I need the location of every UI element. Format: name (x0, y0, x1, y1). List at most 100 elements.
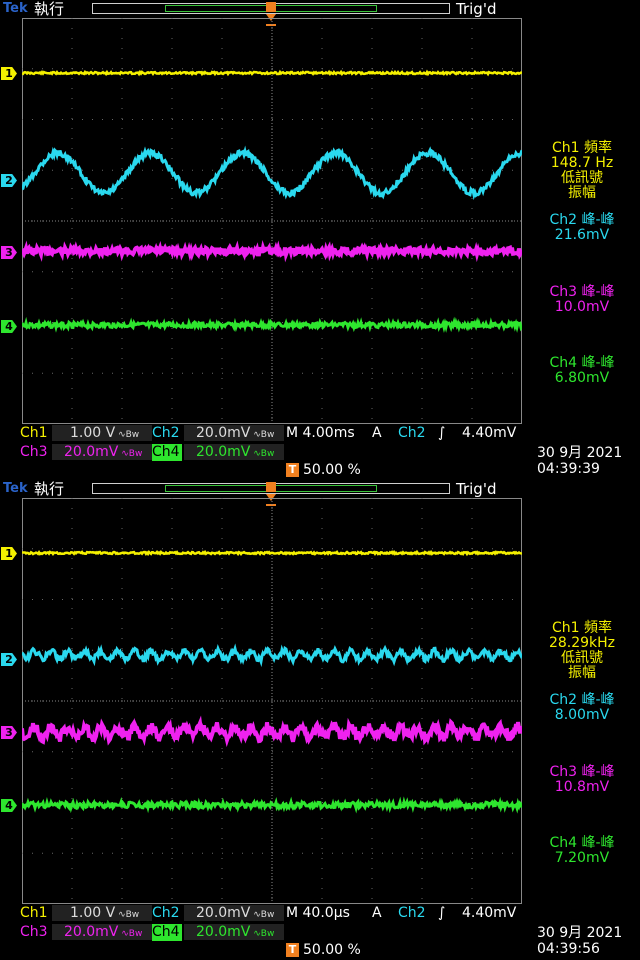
ch4-pk-pk-measurement: Ch4 峰-峰 6.80mV (526, 356, 638, 386)
ch3-marker[interactable]: 3 (1, 726, 17, 739)
ch4-scale-value: 20.0mV (196, 924, 251, 940)
meas-value: 7.20mV (554, 850, 610, 866)
ch4-trace (22, 316, 522, 333)
ch1-scale-value: 1.00 V (70, 425, 116, 441)
ch2-label: Ch2 (152, 905, 180, 921)
ch2-scale-value: 20.0mV (196, 425, 251, 441)
ch1-trace (22, 69, 522, 77)
run-state: 執行 (34, 480, 65, 498)
trigger-icon: T (286, 463, 299, 477)
ch4-marker[interactable]: 4 (1, 799, 17, 812)
meas-note: 低訊號 (561, 170, 603, 186)
ch4-label: Ch4 (152, 924, 182, 941)
ch3-label: Ch3 (20, 924, 48, 940)
trigger-position-value: 50.00 % (303, 942, 361, 958)
ch4-scale[interactable]: 20.0mV ∿Bw (184, 444, 284, 460)
ch3-scale[interactable]: 20.0mV ∿Bw (52, 444, 152, 460)
waveforms-bottom (22, 549, 522, 814)
meas-value: 10.8mV (554, 779, 610, 795)
top-status-bar: Tek 執行 Trig'd (0, 480, 640, 498)
trigger-position-readout[interactable]: T 50.00 % (286, 462, 361, 478)
ch2-pk-pk-measurement: Ch2 峰-峰 8.00mV (526, 693, 638, 723)
trigger-status: Trig'd (456, 0, 497, 18)
ch1-marker[interactable]: 1 (1, 67, 17, 80)
trigger-mode: A (372, 905, 382, 921)
trigger-source: Ch2 (398, 425, 426, 441)
meas-value: 10.0mV (554, 299, 610, 315)
ch3-scale-value: 20.0mV (64, 924, 119, 940)
trigger-position-value: 50.00 % (303, 462, 361, 478)
ch3-label: Ch3 (20, 444, 48, 460)
timebase[interactable]: M 40.0µs (286, 905, 350, 922)
meas-value: 28.29kHz (548, 635, 616, 651)
ch1-scale-value: 1.00 V (70, 905, 116, 921)
ch3-pk-pk-measurement: Ch3 峰-峰 10.8mV (526, 765, 638, 795)
ch1-label: Ch1 (20, 425, 48, 441)
meas-title: Ch3 峰-峰 (549, 764, 615, 780)
meas-value: 148.7 Hz (550, 155, 614, 171)
meas-title: Ch2 峰-峰 (549, 692, 615, 708)
meas-title: Ch4 峰-峰 (549, 835, 615, 851)
ch3-trace (22, 715, 522, 748)
scope-screen-top: Tek 執行 Trig'd T 1 2 3 4 Ch1 頻率 148.7 Hz … (0, 0, 640, 480)
ch2-trace (22, 643, 522, 668)
time: 04:39:39 (537, 461, 600, 477)
meas-value: 8.00mV (554, 707, 610, 723)
graticule-top (22, 18, 522, 424)
timebase[interactable]: M 4.00ms (286, 425, 355, 442)
date: 30 9月 2021 (537, 925, 623, 941)
trigger-icon: T (286, 943, 299, 957)
ch1-trace (22, 549, 522, 557)
ch4-scale[interactable]: 20.0mV ∿Bw (184, 924, 284, 940)
ch3-pk-pk-measurement: Ch3 峰-峰 10.0mV (526, 285, 638, 315)
ch1-frequency-measurement: Ch1 頻率 148.7 Hz 低訊號 振幅 (526, 141, 638, 201)
ch3-marker[interactable]: 3 (1, 246, 17, 259)
tek-logo: Tek (3, 1, 28, 16)
meas-title: Ch1 頻率 (551, 140, 612, 156)
ch2-marker[interactable]: 2 (1, 174, 17, 187)
ch1-marker[interactable]: 1 (1, 547, 17, 560)
run-state: 執行 (34, 0, 65, 18)
scope-screen-bottom: Tek 執行 Trig'd T 1 2 3 4 Ch1 頻率 28.29kHz … (0, 480, 640, 960)
ch2-scale[interactable]: 20.0mV ∿Bw (184, 905, 284, 921)
ch4-pk-pk-measurement: Ch4 峰-峰 7.20mV (526, 836, 638, 866)
trigger-slope-icon: ∫ (438, 425, 446, 441)
graticule-bottom (22, 498, 522, 904)
meas-note: 振幅 (568, 665, 596, 681)
ch1-scale[interactable]: 1.00 V ∿Bw (52, 425, 152, 441)
waveforms-top (22, 69, 522, 333)
date: 30 9月 2021 (537, 445, 623, 461)
meas-note: 低訊號 (561, 650, 603, 666)
ch2-pk-pk-measurement: Ch2 峰-峰 21.6mV (526, 213, 638, 243)
meas-title: Ch1 頻率 (551, 620, 612, 636)
ch1-scale[interactable]: 1.00 V ∿Bw (52, 905, 152, 921)
ch1-label: Ch1 (20, 905, 48, 921)
ch4-scale-value: 20.0mV (196, 444, 251, 460)
ch3-scale[interactable]: 20.0mV ∿Bw (52, 924, 152, 940)
ch4-label: Ch4 (152, 444, 182, 461)
ch2-label: Ch2 (152, 425, 180, 441)
time: 04:39:56 (537, 941, 600, 957)
tek-logo: Tek (3, 481, 28, 496)
ch3-scale-value: 20.0mV (64, 444, 119, 460)
ch4-marker[interactable]: 4 (1, 320, 17, 333)
trigger-level[interactable]: 4.40mV (462, 425, 516, 442)
ch2-trace (22, 145, 522, 201)
ch1-frequency-measurement: Ch1 頻率 28.29kHz 低訊號 振幅 (526, 621, 638, 681)
trigger-level[interactable]: 4.40mV (462, 905, 516, 922)
ch4-trace (22, 796, 522, 814)
trigger-position-readout[interactable]: T 50.00 % (286, 942, 361, 958)
meas-note: 振幅 (568, 185, 596, 201)
meas-title: Ch4 峰-峰 (549, 355, 615, 371)
ch2-scale-value: 20.0mV (196, 905, 251, 921)
trigger-slope-icon: ∫ (438, 905, 446, 921)
ch2-scale[interactable]: 20.0mV ∿Bw (184, 425, 284, 441)
meas-value: 6.80mV (554, 370, 610, 386)
trigger-source: Ch2 (398, 905, 426, 921)
ch3-trace (22, 239, 522, 263)
trigger-mode: A (372, 425, 382, 441)
ch2-marker[interactable]: 2 (1, 653, 17, 666)
top-status-bar: Tek 執行 Trig'd (0, 0, 640, 18)
meas-title: Ch3 峰-峰 (549, 284, 615, 300)
trigger-status: Trig'd (456, 480, 497, 498)
